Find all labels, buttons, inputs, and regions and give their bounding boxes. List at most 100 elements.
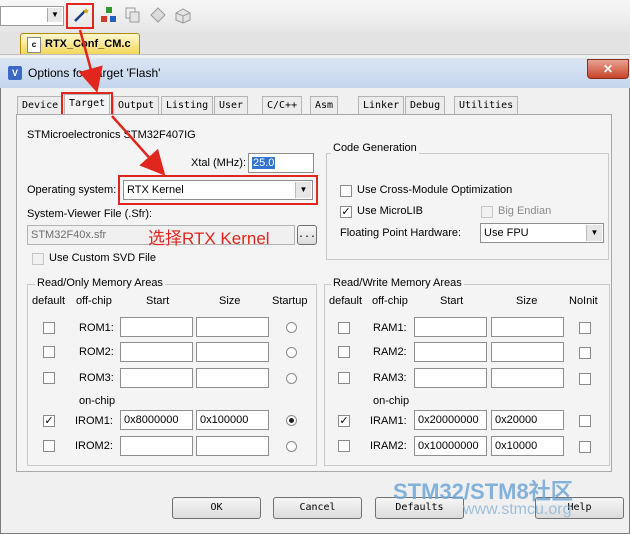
iram2-noinit-checkbox[interactable] (579, 441, 591, 453)
ram3-noinit-checkbox[interactable] (579, 373, 591, 385)
tab-utilities[interactable]: Utilities (454, 96, 519, 115)
os-label: Operating system: (27, 184, 117, 196)
fph-select[interactable]: Use FPU ▼ (480, 223, 604, 243)
cross-module-label: Use Cross-Module Optimization (357, 184, 513, 196)
ram2-size-input[interactable] (491, 342, 564, 362)
package-button[interactable] (172, 4, 194, 26)
irom2-default-checkbox[interactable] (43, 440, 55, 452)
ram3-default-checkbox[interactable] (338, 372, 350, 384)
rom3-start-input[interactable] (120, 368, 193, 388)
rw-header-size: Size (516, 295, 538, 307)
diamond-button[interactable] (147, 4, 169, 26)
rw-onchip-label: on-chip (373, 395, 410, 407)
fph-value: Use FPU (484, 227, 529, 239)
cross-module-checkbox[interactable] (340, 185, 352, 197)
big-endian-checkbox[interactable] (481, 206, 493, 218)
ram3-start-input[interactable] (414, 368, 487, 388)
watermark-url: www.stmcu.org (463, 501, 572, 518)
big-endian-label: Big Endian (498, 205, 552, 217)
annotation-text: 选择RTX Kernel (148, 229, 270, 248)
tab-output[interactable]: Output (113, 96, 160, 115)
rom2-startup-radio[interactable] (286, 347, 297, 358)
ram3-size-input[interactable] (491, 368, 564, 388)
rom2-start-input[interactable] (120, 342, 193, 362)
file-tab-label: RTX_Conf_CM.c (45, 38, 131, 50)
ro-onchip-label: on-chip (79, 395, 116, 407)
xtal-value: 25.0 (252, 157, 276, 169)
iram2-label: IRAM2: (370, 440, 407, 452)
custom-svd-label: Use Custom SVD File (49, 252, 156, 264)
ram1-default-checkbox[interactable] (338, 322, 350, 334)
rom1-start-input[interactable] (120, 317, 193, 337)
cancel-button[interactable]: Cancel (273, 497, 362, 519)
ram2-noinit-checkbox[interactable] (579, 347, 591, 359)
ram2-start-input[interactable] (414, 342, 487, 362)
rom3-size-input[interactable] (196, 368, 269, 388)
rom1-size-input[interactable] (196, 317, 269, 337)
iram1-noinit-checkbox[interactable] (579, 415, 591, 427)
close-button[interactable]: ✕ (587, 59, 629, 79)
iram1-start-input[interactable]: 0x20000000 (414, 410, 487, 430)
copy-button[interactable] (122, 4, 144, 26)
irom1-start-input[interactable]: 0x8000000 (120, 410, 193, 430)
rom1-label: ROM1: (79, 322, 114, 334)
ram2-label: RAM2: (373, 346, 407, 358)
irom2-startup-radio[interactable] (286, 441, 297, 452)
iram2-start-input[interactable]: 0x10000000 (414, 436, 487, 456)
rom3-label: ROM3: (79, 372, 114, 384)
svf-browse-button[interactable]: ... (297, 225, 317, 245)
tab-cpp[interactable]: C/C++ (262, 96, 303, 115)
ram1-size-input[interactable] (491, 317, 564, 337)
rom1-default-checkbox[interactable] (43, 322, 55, 334)
os-highlight-box (118, 175, 318, 205)
rom2-label: ROM2: (79, 346, 114, 358)
microlib-label: Use MicroLIB (357, 205, 424, 217)
rw-header-start: Start (440, 295, 464, 307)
copy-icon (125, 7, 140, 23)
tab-listing[interactable]: Listing (161, 96, 214, 115)
tab-user[interactable]: User (214, 96, 249, 115)
rw-header-noinit: NoInit (569, 295, 598, 307)
iram2-default-checkbox[interactable] (338, 440, 350, 452)
ok-button[interactable]: OK (172, 497, 261, 519)
xtal-input[interactable]: 25.0 (248, 153, 314, 173)
diamond-icon (150, 7, 166, 23)
iram1-default-checkbox[interactable]: ✓ (338, 415, 350, 427)
rom3-default-checkbox[interactable] (43, 372, 55, 384)
rom2-default-checkbox[interactable] (43, 346, 55, 358)
irom1-default-checkbox[interactable]: ✓ (43, 415, 55, 427)
irom1-size-input[interactable]: 0x100000 (196, 410, 269, 430)
tab-linker[interactable]: Linker (358, 96, 405, 115)
irom2-label: IROM2: (75, 440, 113, 452)
file-icon: c (27, 37, 41, 53)
file-tab[interactable]: c RTX_Conf_CM.c (20, 33, 140, 54)
tab-device[interactable]: Device (17, 96, 64, 115)
iram2-size-input[interactable]: 0x10000 (491, 436, 564, 456)
iram1-size-input[interactable]: 0x20000 (491, 410, 564, 430)
rom1-startup-radio[interactable] (286, 322, 297, 333)
package-icon (175, 8, 191, 24)
irom2-size-input[interactable] (196, 436, 269, 456)
irom2-start-input[interactable] (120, 436, 193, 456)
custom-svd-checkbox[interactable] (32, 253, 44, 265)
rom2-size-input[interactable] (196, 342, 269, 362)
components-icon (101, 7, 116, 22)
chevron-down-icon: ▼ (586, 225, 602, 241)
ram1-label: RAM1: (373, 322, 407, 334)
irom1-startup-radio[interactable] (286, 415, 297, 426)
target-combo[interactable]: ▼ (0, 6, 64, 26)
chevron-down-icon: ▼ (47, 8, 62, 22)
ram3-label: RAM3: (373, 372, 407, 384)
microlib-checkbox[interactable]: ✓ (340, 206, 352, 218)
tab-debug[interactable]: Debug (405, 96, 446, 115)
rom3-startup-radio[interactable] (286, 373, 297, 384)
tab-asm[interactable]: Asm (310, 96, 339, 115)
ram1-start-input[interactable] (414, 317, 487, 337)
manage-components-button[interactable] (98, 4, 120, 26)
toolbar (0, 0, 630, 33)
dialog-title: Options for Target 'Flash' (28, 66, 161, 80)
app-icon: V (8, 66, 22, 80)
ram2-default-checkbox[interactable] (338, 346, 350, 358)
ram1-noinit-checkbox[interactable] (579, 322, 591, 334)
rw-header-offchip: off-chip (372, 295, 408, 307)
